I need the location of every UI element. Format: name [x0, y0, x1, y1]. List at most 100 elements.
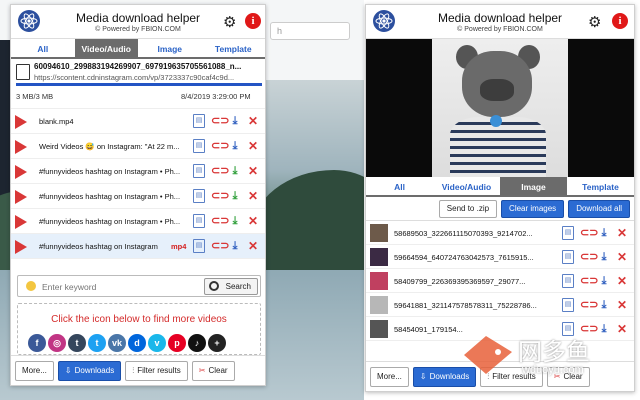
image-row[interactable]: 58689503_322661115070393_9214702... ▤ ⊂⊃ ⤓ ✕ [366, 221, 634, 245]
clear-button[interactable]: ✂ Clear [191, 360, 235, 381]
document-icon[interactable]: ▤ [193, 164, 205, 178]
twitter-icon[interactable]: t [88, 334, 106, 352]
pinterest-icon[interactable]: p [168, 334, 186, 352]
play-icon[interactable] [15, 115, 27, 129]
download-icon[interactable]: ⤓ [229, 114, 241, 128]
play-icon[interactable] [15, 240, 27, 254]
delete-icon[interactable]: ✕ [616, 274, 628, 288]
delete-icon[interactable]: ✕ [616, 298, 628, 312]
vk-icon[interactable]: vk [108, 334, 126, 352]
link-icon[interactable]: ⊂⊃ [580, 250, 598, 264]
download-icon[interactable]: ⤓ [598, 322, 610, 336]
download-icon[interactable]: ⤓ [229, 164, 241, 178]
download-icon[interactable]: ⤓ [598, 250, 610, 264]
instagram-icon[interactable]: ◎ [48, 334, 66, 352]
document-icon[interactable]: ▤ [562, 298, 574, 312]
play-icon[interactable] [15, 165, 27, 179]
dailymotion-icon[interactable]: d [128, 334, 146, 352]
clear-button[interactable]: ✂ Clear [546, 366, 590, 387]
link-icon[interactable]: ⊂⊃ [211, 164, 229, 178]
image-thumbnail[interactable] [370, 296, 388, 314]
image-row[interactable]: 59664594_640724763042573_7615915... ▤ ⊂⊃ ⤓ ✕ [366, 245, 634, 269]
delete-icon[interactable]: ✕ [247, 164, 259, 178]
link-icon[interactable]: ⊂⊃ [580, 322, 598, 336]
document-icon[interactable]: ▤ [562, 322, 574, 336]
document-icon[interactable]: ▤ [193, 139, 205, 153]
download-icon[interactable]: ⤓ [229, 214, 241, 228]
media-row[interactable]: Weird Videos 😅 on Instagram: "At 22 m...… [11, 134, 265, 159]
link-icon[interactable]: ⊂⊃ [211, 139, 229, 153]
media-row[interactable]: #funnyvideos hashtag on Instagram • Ph..… [11, 209, 265, 234]
delete-icon[interactable]: ✕ [247, 239, 259, 253]
tiktok-icon[interactable]: ♪ [188, 334, 206, 352]
link-icon[interactable]: ⊂⊃ [211, 214, 229, 228]
more-sites-icon[interactable]: + [208, 334, 226, 352]
file-url[interactable]: https://scontent.cdninstagram.com/vp/372… [34, 73, 260, 82]
image-row[interactable]: 58409799_226369395369597_29077... ▤ ⊂⊃ ⤓ ✕ [366, 269, 634, 293]
info-icon[interactable]: i [245, 13, 261, 29]
send-to-zip-button[interactable]: Send to .zip [438, 200, 498, 218]
play-icon[interactable] [15, 215, 27, 229]
delete-icon[interactable]: ✕ [247, 214, 259, 228]
tab-video-audio[interactable]: Video/Audio [74, 39, 138, 57]
settings-gears-icon[interactable]: ⚙ [588, 13, 601, 31]
document-icon[interactable]: ▤ [193, 189, 205, 203]
delete-icon[interactable]: ✕ [616, 322, 628, 336]
search-button[interactable]: Search [204, 278, 258, 295]
tab-image[interactable]: Image [500, 177, 567, 195]
download-icon[interactable]: ⤓ [598, 274, 610, 288]
image-row[interactable]: 58454091_179154... ▤ ⊂⊃ ⤓ ✕ [366, 317, 634, 341]
download-icon[interactable]: ⤓ [229, 239, 241, 253]
vimeo-icon[interactable]: v [148, 334, 166, 352]
tab-video-audio[interactable]: Video/Audio [433, 177, 500, 195]
keyword-input[interactable] [42, 279, 192, 294]
delete-icon[interactable]: ✕ [616, 226, 628, 240]
image-thumbnail[interactable] [370, 320, 388, 338]
link-icon[interactable]: ⊂⊃ [580, 274, 598, 288]
media-row[interactable]: blank.mp4 ▤ ⊂⊃ ⤓ ✕ [11, 109, 265, 134]
media-row[interactable]: #funnyvideos hashtag on Instagram • Ph..… [11, 159, 265, 184]
filter-results-button[interactable]: ⫶ Filter results [480, 366, 543, 387]
link-icon[interactable]: ⊂⊃ [211, 114, 229, 128]
more-button[interactable]: More... [370, 366, 409, 387]
delete-icon[interactable]: ✕ [247, 189, 259, 203]
media-row[interactable]: #funnyvideos hashtag on Instagram • Ph..… [11, 184, 265, 209]
media-row[interactable]: #funnyvideos hashtag on Instagram mp4 ▤ ⊂⊃ ⤓… [11, 234, 265, 259]
more-button[interactable]: More... [15, 360, 54, 381]
info-icon[interactable]: i [612, 13, 628, 29]
image-row[interactable]: 59641881_321147578578311_75228786... ▤ ⊂⊃ ⤓… [366, 293, 634, 317]
play-icon[interactable] [15, 190, 27, 204]
facebook-icon[interactable]: f [28, 334, 46, 352]
clear-images-button[interactable]: Clear images [501, 200, 565, 218]
document-icon[interactable]: ▤ [193, 239, 205, 253]
delete-icon[interactable]: ✕ [616, 250, 628, 264]
document-icon[interactable]: ▤ [193, 214, 205, 228]
tab-image[interactable]: Image [138, 39, 202, 57]
tab-template[interactable]: Template [202, 39, 266, 57]
download-icon[interactable]: ⤓ [229, 189, 241, 203]
download-all-button[interactable]: Download all [568, 200, 630, 218]
downloads-button[interactable]: ⇩ Downloads [57, 360, 122, 381]
play-icon[interactable] [15, 140, 27, 154]
download-icon[interactable]: ⤓ [229, 139, 241, 153]
delete-icon[interactable]: ✕ [247, 139, 259, 153]
link-icon[interactable]: ⊂⊃ [211, 189, 229, 203]
settings-gears-icon[interactable]: ⚙ [223, 13, 236, 31]
delete-icon[interactable]: ✕ [247, 114, 259, 128]
image-thumbnail[interactable] [370, 248, 388, 266]
downloads-button[interactable]: ⇩ Downloads [412, 366, 477, 387]
tumblr-icon[interactable]: t [68, 334, 86, 352]
document-icon[interactable]: ▤ [193, 114, 205, 128]
download-icon[interactable]: ⤓ [598, 226, 610, 240]
document-icon[interactable]: ▤ [562, 250, 574, 264]
image-thumbnail[interactable] [370, 272, 388, 290]
download-icon[interactable]: ⤓ [598, 298, 610, 312]
document-icon[interactable]: ▤ [562, 226, 574, 240]
tab-all[interactable]: All [11, 39, 75, 57]
filter-results-button[interactable]: ⫶ Filter results [125, 360, 188, 381]
document-icon[interactable]: ▤ [562, 274, 574, 288]
link-icon[interactable]: ⊂⊃ [580, 226, 598, 240]
link-icon[interactable]: ⊂⊃ [580, 298, 598, 312]
link-icon[interactable]: ⊂⊃ [211, 239, 229, 253]
image-thumbnail[interactable] [370, 224, 388, 242]
